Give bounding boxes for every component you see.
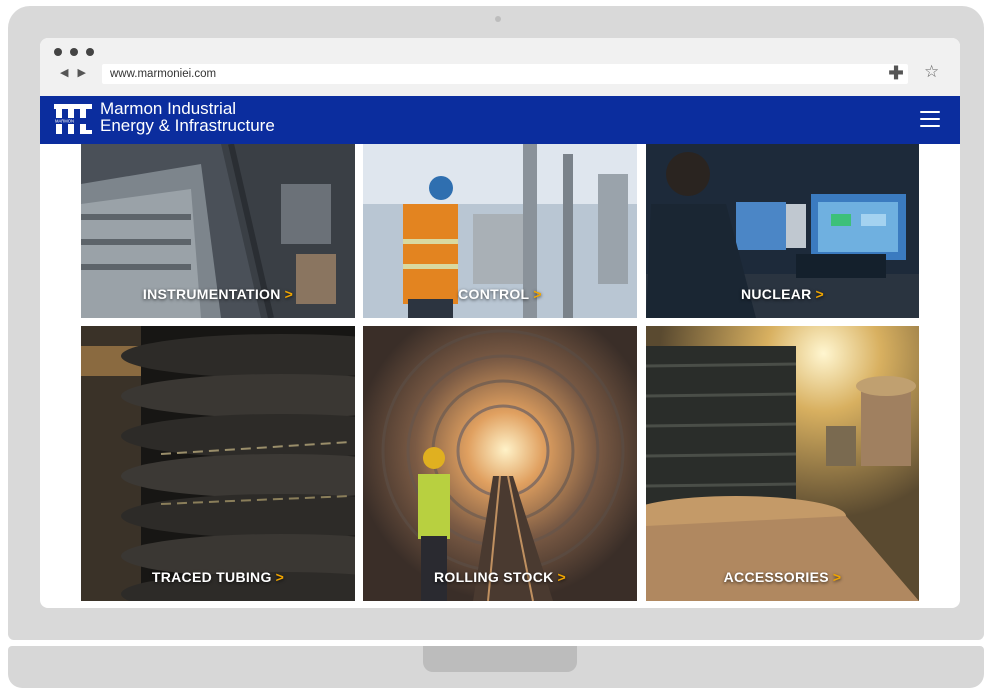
tile-traced-tubing[interactable]: TRACED TUBING >: [81, 326, 355, 601]
bookmark-star-icon[interactable]: ☆: [924, 63, 939, 81]
tile-accessories[interactable]: ACCESSORIES >: [646, 326, 919, 601]
marmon-logo-icon[interactable]: MARMON: [54, 102, 92, 134]
address-bar[interactable]: www.marmoniei.com: [102, 64, 908, 84]
tile-control[interactable]: CONTROL >: [363, 144, 637, 318]
tile-label: TRACED TUBING >: [151, 569, 285, 585]
traced-tubing-photo: [81, 326, 355, 601]
tile-label: NUCLEAR >: [740, 286, 825, 302]
window-dot-icon[interactable]: [54, 48, 62, 56]
brand-line-1: Marmon Industrial: [100, 99, 237, 118]
window-dot-icon[interactable]: [86, 48, 94, 56]
window-dot-icon[interactable]: [70, 48, 78, 56]
browser-window: ◀ ▶ www.marmoniei.com ✚ ☆ MARMON Marmon …: [40, 38, 960, 608]
tile-rolling-stock[interactable]: ROLLING STOCK >: [363, 326, 637, 601]
tile-label: CONTROL >: [458, 286, 542, 302]
tile-instrumentation[interactable]: INSTRUMENTATION >: [81, 144, 355, 318]
brand-line-2: Energy & Infrastructure: [100, 116, 275, 135]
rolling-stock-photo: [363, 326, 637, 601]
brand-name[interactable]: Marmon Industrial Energy & Infrastructur…: [100, 100, 275, 134]
site-header: MARMON Marmon Industrial Energy & Infras…: [40, 96, 960, 144]
accessories-photo: [646, 326, 919, 601]
new-tab-icon[interactable]: ✚: [888, 64, 904, 82]
menu-hamburger-icon[interactable]: [920, 111, 940, 127]
tile-label: ACCESSORIES >: [723, 569, 842, 585]
tile-label: INSTRUMENTATION >: [142, 286, 294, 302]
laptop-notch: [423, 646, 577, 672]
tile-nuclear[interactable]: NUCLEAR >: [646, 144, 919, 318]
back-forward-icon[interactable]: ◀ ▶: [60, 66, 89, 79]
svg-text:MARMON: MARMON: [55, 119, 74, 124]
tile-label: ROLLING STOCK >: [433, 569, 566, 585]
browser-toolbar: ◀ ▶ www.marmoniei.com ✚ ☆: [40, 38, 960, 96]
webcam-dot: [495, 16, 501, 22]
